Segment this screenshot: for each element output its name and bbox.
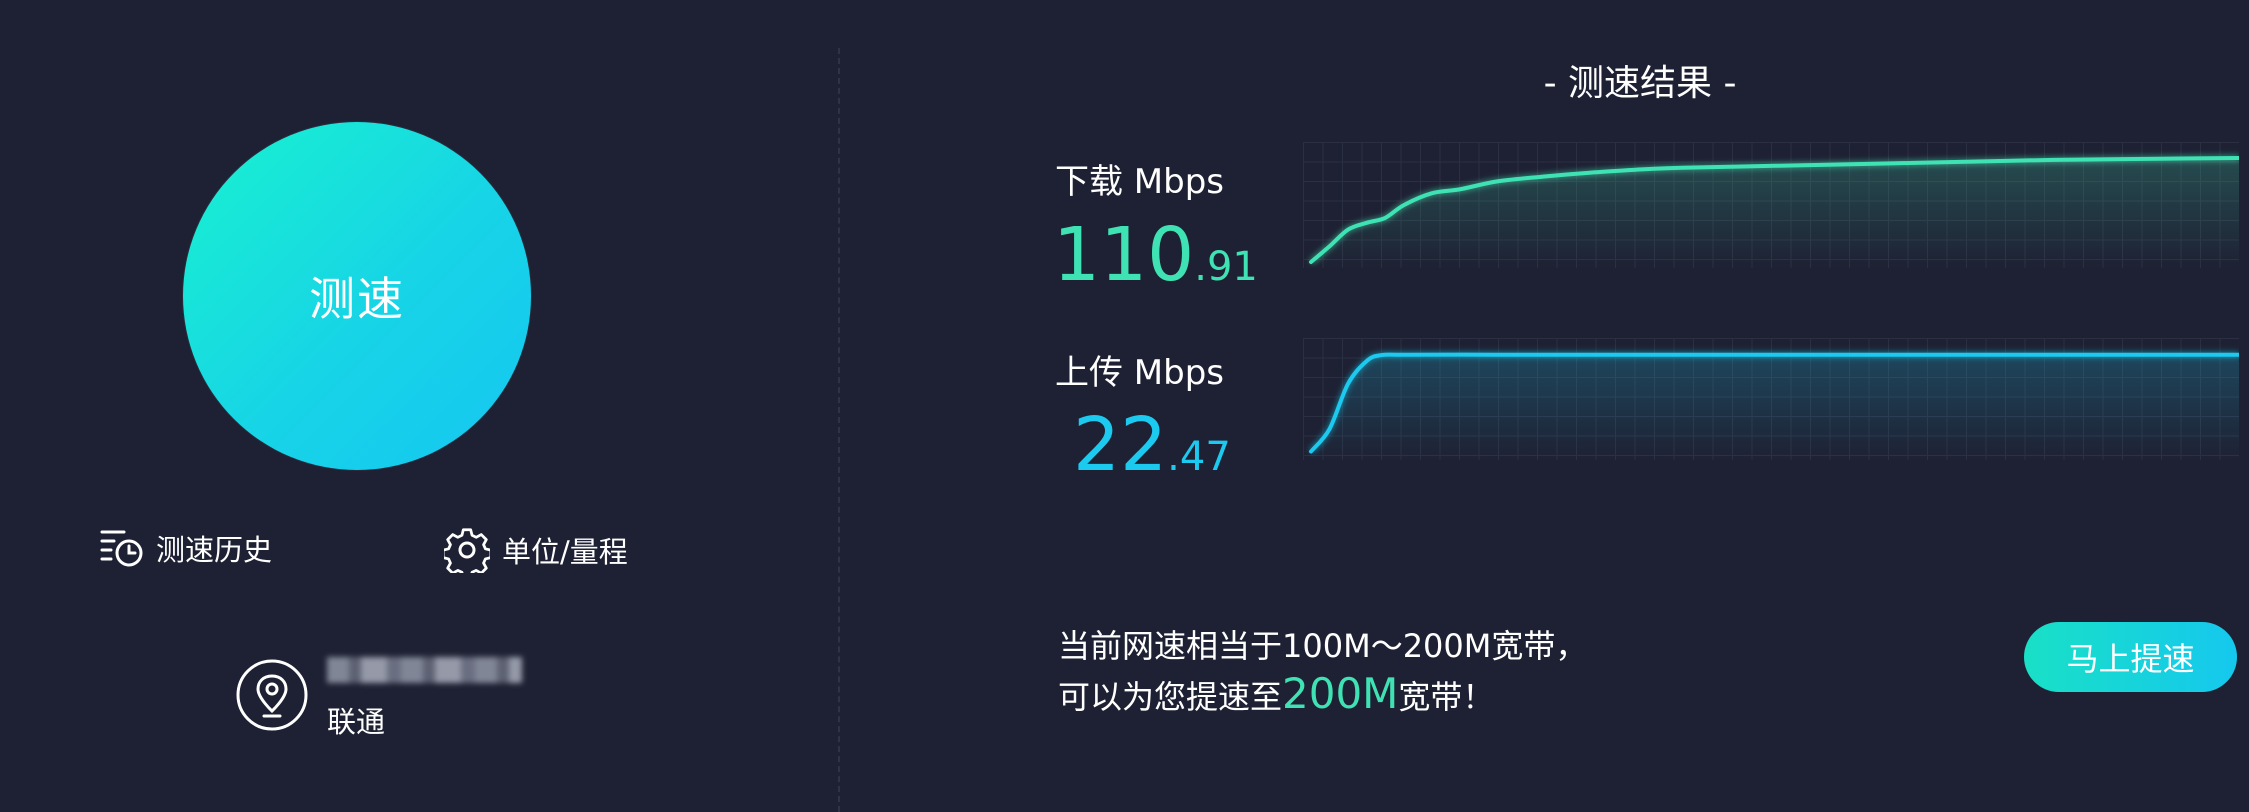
upload-area [1311,354,2239,460]
download-value-int: 110 [1053,212,1195,298]
recommendation-prefix: 可以为您提速至 [1058,678,1283,716]
download-value: 110.91 [1053,218,1258,292]
boost-now-button[interactable]: 马上提速 [2024,622,2237,692]
upload-speed-chart [1303,338,2239,460]
upload-label: 上传 Mbps [1055,353,1225,393]
panel-divider [838,48,840,812]
download-area [1311,158,2239,268]
results-title: - 测速结果 - [1543,63,1737,104]
download-label: 下载 Mbps [1055,162,1225,202]
location-pin-icon [236,659,308,731]
speed-history-link[interactable]: 测速历史 [100,527,272,569]
recommendation-line1: 当前网速相当于100M～200M宽带， [1058,627,1588,665]
gear-icon [444,528,490,573]
recommendation-line2: 可以为您提速至200M宽带！ [1058,670,1587,721]
isp-address-redacted [327,655,532,685]
start-speed-test-button[interactable]: 测速 [183,122,531,470]
speed-history-label: 测速历史 [156,533,273,567]
speed-recommendation: 当前网速相当于100M～200M宽带， 可以为您提速至200M宽带！ [1058,622,1587,721]
unit-range-settings-link[interactable]: 单位/量程 [444,527,628,573]
redacted-mosaic [327,657,522,683]
speed-test-page: 测速 测速历史 单位/量程 联通 - 测速结果 - 下载 Mbps 110.91… [0,0,2249,812]
upload-value-int: 22 [1073,402,1168,488]
upload-value-dec: .47 [1167,434,1231,480]
recommendation-suffix: 宽带！ [1398,678,1495,716]
start-button-label: 测速 [309,272,405,326]
recommendation-highlight: 200M [1282,669,1399,718]
unit-range-settings-label: 单位/量程 [502,535,628,569]
isp-name: 联通 [327,705,386,739]
download-speed-chart [1303,142,2239,268]
history-icon [100,530,143,567]
upload-value: 22.47 [1073,408,1231,482]
download-value-dec: .91 [1194,244,1258,290]
